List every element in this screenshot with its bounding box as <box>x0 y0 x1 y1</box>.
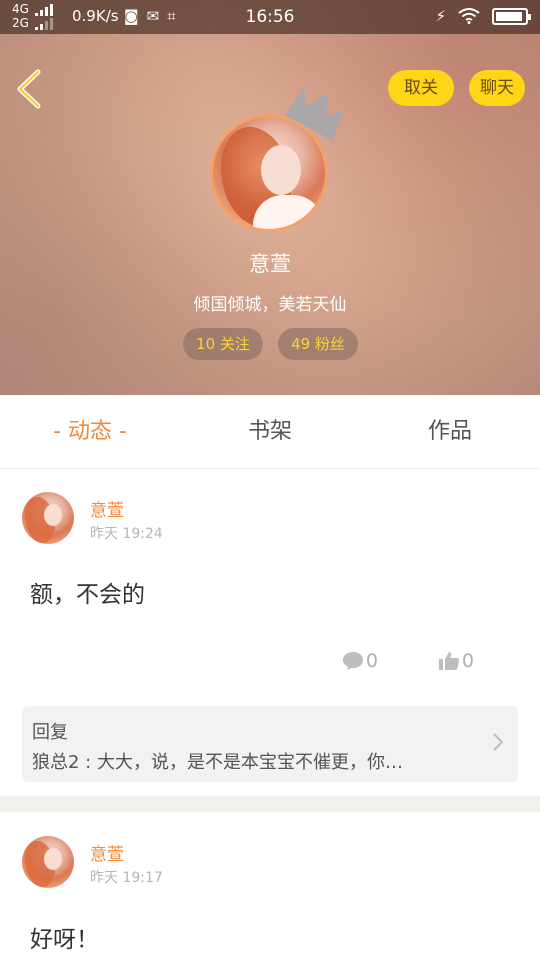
post-actions: 0 0 <box>342 650 474 672</box>
chevron-right-icon <box>493 733 504 751</box>
tab-activity[interactable]: - 动态 - <box>0 395 180 469</box>
profile-tabs: - 动态 - 书架 作品 <box>0 395 540 469</box>
post-timestamp: 昨天 19:24 <box>90 526 163 542</box>
charging-icon: ⚡ <box>435 7 446 25</box>
back-arrow-icon[interactable] <box>14 68 46 110</box>
reply-title: 回复 <box>32 722 68 743</box>
following-count-button[interactable]: 10 关注 <box>183 328 263 360</box>
unfollow-button[interactable]: 取关 <box>388 70 454 106</box>
avatar[interactable] <box>22 492 74 544</box>
comment-button[interactable]: 0 <box>342 650 378 672</box>
post-author[interactable]: 意萱 <box>90 496 124 521</box>
profile-name: 意萱 <box>249 252 291 276</box>
post-text: 额，不会的 <box>30 582 145 608</box>
post-author[interactable]: 意萱 <box>90 840 124 865</box>
like-count: 0 <box>461 650 474 672</box>
avatar[interactable] <box>22 836 74 888</box>
post-timestamp: 昨天 19:17 <box>90 870 163 886</box>
wifi-icon <box>458 8 480 24</box>
feed-post: 意萱 昨天 19:17 好呀！ <box>0 812 540 960</box>
post-text: 好呀！ <box>30 927 99 953</box>
feed-post: 意萱 昨天 19:24 额，不会的 0 0 回复 狼总2 : 大大，说，是不是本… <box>0 470 540 796</box>
like-button[interactable]: 0 <box>438 650 474 672</box>
tab-works[interactable]: 作品 <box>360 395 540 469</box>
status-bar: 4G 2G 0.9K/s ◙✉⌗ 16:56 ⚡ <box>0 0 540 34</box>
feed-divider <box>0 796 540 812</box>
chat-button[interactable]: 聊天 <box>469 70 525 106</box>
battery-icon <box>492 7 531 25</box>
profile-header: 4G 2G 0.9K/s ◙✉⌗ 16:56 ⚡ 取关 聊天 意萱 倾国倾城，美… <box>0 0 540 395</box>
fans-count-button[interactable]: 49 粉丝 <box>278 328 358 360</box>
reply-preview[interactable]: 回复 狼总2 : 大大，说，是不是本宝宝不催更，你… <box>22 706 518 782</box>
profile-motto: 倾国倾城，美若天仙 <box>193 295 347 315</box>
tab-bookshelf[interactable]: 书架 <box>180 395 360 469</box>
comment-count: 0 <box>365 650 378 672</box>
thumbs-up-icon <box>438 652 459 670</box>
reply-text: 狼总2 : 大大，说，是不是本宝宝不催更，你… <box>32 752 403 773</box>
comment-icon <box>342 652 363 670</box>
